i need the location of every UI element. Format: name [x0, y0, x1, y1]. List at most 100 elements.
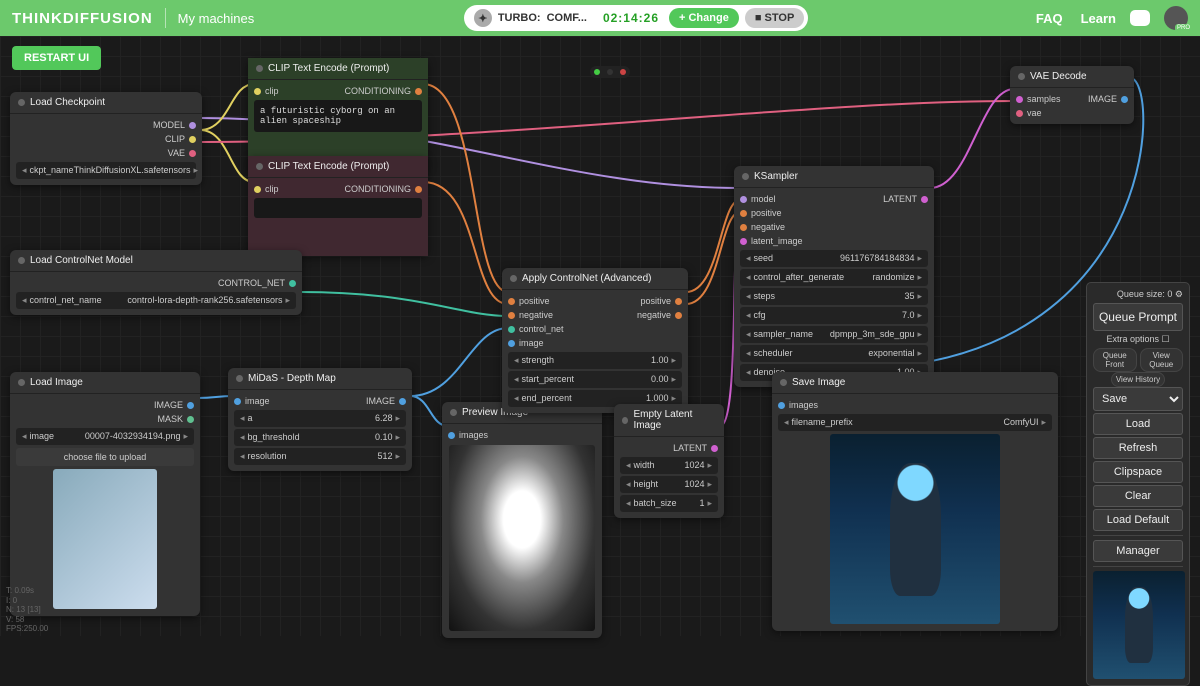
- faq-link[interactable]: FAQ: [1036, 11, 1063, 26]
- input-image: image: [519, 338, 544, 348]
- input-control-net: control_net: [519, 324, 564, 334]
- machine-status-pill: ✦ TURBO: COMF... 02:14:26 + Change ■ STO…: [464, 5, 808, 31]
- refresh-button[interactable]: Refresh: [1093, 437, 1183, 459]
- depth-map-preview: [449, 445, 595, 631]
- node-canvas[interactable]: RESTART UI T: 0.09sI: 0N: 13 [13]V: 58FP…: [0, 36, 1200, 636]
- output-control-net: CONTROL_NET: [218, 278, 285, 288]
- canvas-stats: T: 0.09sI: 0N: 13 [13]V: 58FPS:250.00: [6, 586, 48, 634]
- restart-ui-button[interactable]: RESTART UI: [12, 46, 101, 70]
- input-positive: positive: [751, 208, 782, 218]
- node-title: CLIP Text Encode (Prompt): [268, 161, 389, 172]
- input-image: image: [245, 396, 270, 406]
- logo[interactable]: THINKDIFFUSION: [12, 10, 153, 27]
- output-latent: LATENT: [883, 194, 917, 204]
- status-name-label: COMF...: [547, 12, 587, 24]
- node-vae-decode[interactable]: VAE Decode samplesIMAGE vae: [1010, 66, 1134, 124]
- my-machines-link[interactable]: My machines: [178, 11, 255, 26]
- node-load-image[interactable]: Load Image IMAGE MASK image00007-4032934…: [10, 372, 200, 616]
- cfg-widget[interactable]: cfg7.0: [740, 307, 928, 324]
- node-ksampler[interactable]: KSampler model LATENT positive negative l…: [734, 166, 934, 387]
- node-clip-text-encode-positive[interactable]: CLIP Text Encode (Prompt) clip CONDITIONI…: [248, 58, 428, 170]
- queue-size-label: Queue size: 0 ⚙: [1093, 289, 1183, 300]
- filename-prefix-widget[interactable]: filename_prefixComfyUI: [778, 414, 1052, 431]
- node-empty-latent-image[interactable]: Empty Latent Image LATENT width1024 heig…: [614, 404, 724, 518]
- status-mode-label: TURBO:: [498, 12, 541, 24]
- input-latent-image: latent_image: [751, 236, 803, 246]
- node-apply-controlnet-advanced[interactable]: Apply ControlNet (Advanced) positiveposi…: [502, 268, 688, 413]
- input-model: model: [751, 194, 776, 204]
- prompt-textarea[interactable]: a futuristic cyborg on an alien spaceshi…: [254, 100, 422, 132]
- seed-widget[interactable]: seed961176784184834: [740, 250, 928, 267]
- load-button[interactable]: Load: [1093, 413, 1183, 435]
- sampler-name-widget[interactable]: sampler_namedpmpp_3m_sde_gpu: [740, 326, 928, 343]
- view-history-button[interactable]: View History: [1111, 372, 1165, 387]
- input-negative: negative: [751, 222, 785, 232]
- start-percent-widget[interactable]: start_percent0.00: [508, 371, 682, 388]
- node-title: Empty Latent Image: [633, 409, 716, 431]
- choose-file-button[interactable]: choose file to upload: [16, 448, 194, 466]
- node-title: CLIP Text Encode (Prompt): [268, 63, 389, 74]
- machine-status[interactable]: ✦ TURBO: COMF...: [468, 9, 593, 27]
- node-title: Load ControlNet Model: [30, 255, 133, 266]
- clipspace-button[interactable]: Clipspace: [1093, 461, 1183, 483]
- queue-front-button[interactable]: Queue Front: [1093, 348, 1137, 372]
- prompt-textarea[interactable]: [254, 198, 422, 218]
- manager-button[interactable]: Manager: [1093, 540, 1183, 562]
- output-image: IMAGE: [366, 396, 395, 406]
- node-title: MiDaS - Depth Map: [248, 373, 336, 384]
- midas-a-widget[interactable]: a6.28: [234, 410, 406, 427]
- session-timer: 02:14:26: [599, 11, 663, 25]
- output-conditioning: CONDITIONING: [345, 184, 412, 194]
- node-midas-depth-map[interactable]: MiDaS - Depth Map image IMAGE a6.28 bg_th…: [228, 368, 412, 471]
- controlnet-name-widget[interactable]: control_net_namecontrol-lora-depth-rank2…: [16, 292, 296, 309]
- node-title: Load Image: [30, 377, 83, 388]
- control-panel[interactable]: Queue size: 0 ⚙ Queue Prompt Extra optio…: [1086, 282, 1190, 686]
- input-positive: positive: [519, 296, 550, 306]
- output-model: MODEL: [153, 120, 185, 130]
- input-clip: clip: [265, 86, 279, 96]
- extra-options-checkbox[interactable]: Extra options ☐: [1093, 334, 1183, 345]
- node-clip-text-encode-negative[interactable]: CLIP Text Encode (Prompt) clipCONDITIONI…: [248, 156, 428, 256]
- save-select[interactable]: Save: [1093, 387, 1183, 411]
- height-widget[interactable]: height1024: [620, 476, 718, 493]
- result-thumbnail[interactable]: [1093, 571, 1185, 679]
- output-latent: LATENT: [673, 443, 707, 453]
- learn-link[interactable]: Learn: [1081, 11, 1116, 26]
- change-button[interactable]: + Change: [669, 8, 739, 28]
- steps-widget[interactable]: steps35: [740, 288, 928, 305]
- ckpt-name-widget[interactable]: ckpt_nameThinkDiffusionXL.safetensors: [16, 162, 196, 179]
- midas-bg-threshold-widget[interactable]: bg_threshold0.10: [234, 429, 406, 446]
- node-title: Apply ControlNet (Advanced): [522, 273, 652, 284]
- queue-prompt-button[interactable]: Queue Prompt: [1093, 303, 1183, 331]
- output-image: IMAGE: [1088, 94, 1117, 104]
- discord-icon[interactable]: [1130, 10, 1150, 26]
- view-queue-button[interactable]: View Queue: [1140, 348, 1184, 372]
- width-widget[interactable]: width1024: [620, 457, 718, 474]
- node-title: Load Checkpoint: [30, 97, 105, 108]
- control-after-generate-widget[interactable]: control_after_generaterandomize: [740, 269, 928, 286]
- strength-widget[interactable]: strength1.00: [508, 352, 682, 369]
- image-file-widget[interactable]: image00007-4032934194.png: [16, 428, 194, 445]
- node-title: Save Image: [792, 377, 845, 388]
- node-preview-image[interactable]: Preview Image images: [442, 402, 602, 638]
- clear-button[interactable]: Clear: [1093, 485, 1183, 507]
- node-title: VAE Decode: [1030, 71, 1087, 82]
- avatar[interactable]: [1164, 6, 1188, 30]
- output-mask: MASK: [157, 414, 183, 424]
- batch-size-widget[interactable]: batch_size1: [620, 495, 718, 512]
- node-load-controlnet-model[interactable]: Load ControlNet Model CONTROL_NET contro…: [10, 250, 302, 315]
- traffic-light-indicator: [590, 66, 630, 78]
- node-load-checkpoint[interactable]: Load Checkpoint MODEL CLIP VAE ckpt_name…: [10, 92, 202, 185]
- output-conditioning: CONDITIONING: [345, 86, 412, 96]
- node-save-image[interactable]: Save Image images filename_prefixComfyUI: [772, 372, 1058, 631]
- input-negative: negative: [519, 310, 553, 320]
- load-default-button[interactable]: Load Default: [1093, 509, 1183, 531]
- node-title: KSampler: [754, 171, 798, 182]
- input-images: images: [789, 400, 818, 410]
- midas-resolution-widget[interactable]: resolution512: [234, 448, 406, 465]
- scheduler-widget[interactable]: schedulerexponential: [740, 345, 928, 362]
- output-negative: negative: [637, 310, 671, 320]
- stop-button[interactable]: ■ STOP: [745, 8, 804, 28]
- output-clip: CLIP: [165, 134, 185, 144]
- loaded-image-preview: [53, 469, 157, 609]
